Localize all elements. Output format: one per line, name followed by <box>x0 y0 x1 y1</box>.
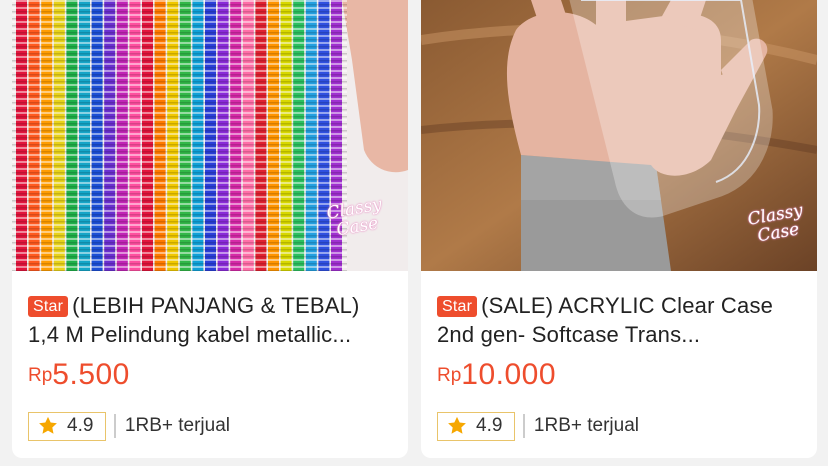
product-card[interactable]: Classy Case Star (SALE) ACRYLIC Clear Cas… <box>421 0 817 458</box>
price-value: 10.000 <box>461 358 557 391</box>
star-icon <box>39 416 57 434</box>
product-card[interactable]: Classy Case Star (LEBIH PANJANG & TEBAL) … <box>12 0 408 458</box>
product-title[interactable]: Star (SALE) ACRYLIC Clear Case 2nd gen- S… <box>437 291 803 349</box>
product-title[interactable]: Star (LEBIH PANJANG & TEBAL) 1,4 M Pelind… <box>28 291 394 349</box>
star-seller-badge: Star <box>28 296 69 317</box>
product-image[interactable]: Classy Case <box>12 0 408 271</box>
rating-badge: 4.9 <box>28 411 107 441</box>
product-info: Star (SALE) ACRYLIC Clear Case 2nd gen- S… <box>421 271 817 458</box>
product-title-text: (LEBIH PANJANG & TEBAL) 1,4 M Pelindung … <box>28 293 360 347</box>
product-title-text: (SALE) ACRYLIC Clear Case 2nd gen- Softc… <box>437 293 774 347</box>
price-currency: Rp <box>437 365 462 386</box>
rating-badge: 4.9 <box>437 411 516 441</box>
product-grid: Classy Case Star (LEBIH PANJANG & TEBAL) … <box>0 0 828 466</box>
sold-count: 1RB+ terjual <box>533 415 640 436</box>
product-image[interactable]: Classy Case <box>421 0 817 271</box>
rating-value: 4.9 <box>67 415 94 436</box>
rating-value: 4.9 <box>476 415 503 436</box>
star-seller-badge: Star <box>437 296 478 317</box>
price-currency: Rp <box>28 365 53 386</box>
divider <box>114 414 116 438</box>
sold-count: 1RB+ terjual <box>124 415 231 436</box>
price-value: 5.500 <box>52 358 130 391</box>
star-icon <box>448 416 466 434</box>
product-price: Rp5.500 <box>28 358 130 392</box>
product-info: Star (LEBIH PANJANG & TEBAL) 1,4 M Pelind… <box>12 271 408 458</box>
product-meta: 4.9 1RB+ terjual <box>437 410 639 442</box>
product-meta: 4.9 1RB+ terjual <box>28 410 230 442</box>
product-price: Rp10.000 <box>437 358 556 392</box>
divider <box>523 414 525 438</box>
